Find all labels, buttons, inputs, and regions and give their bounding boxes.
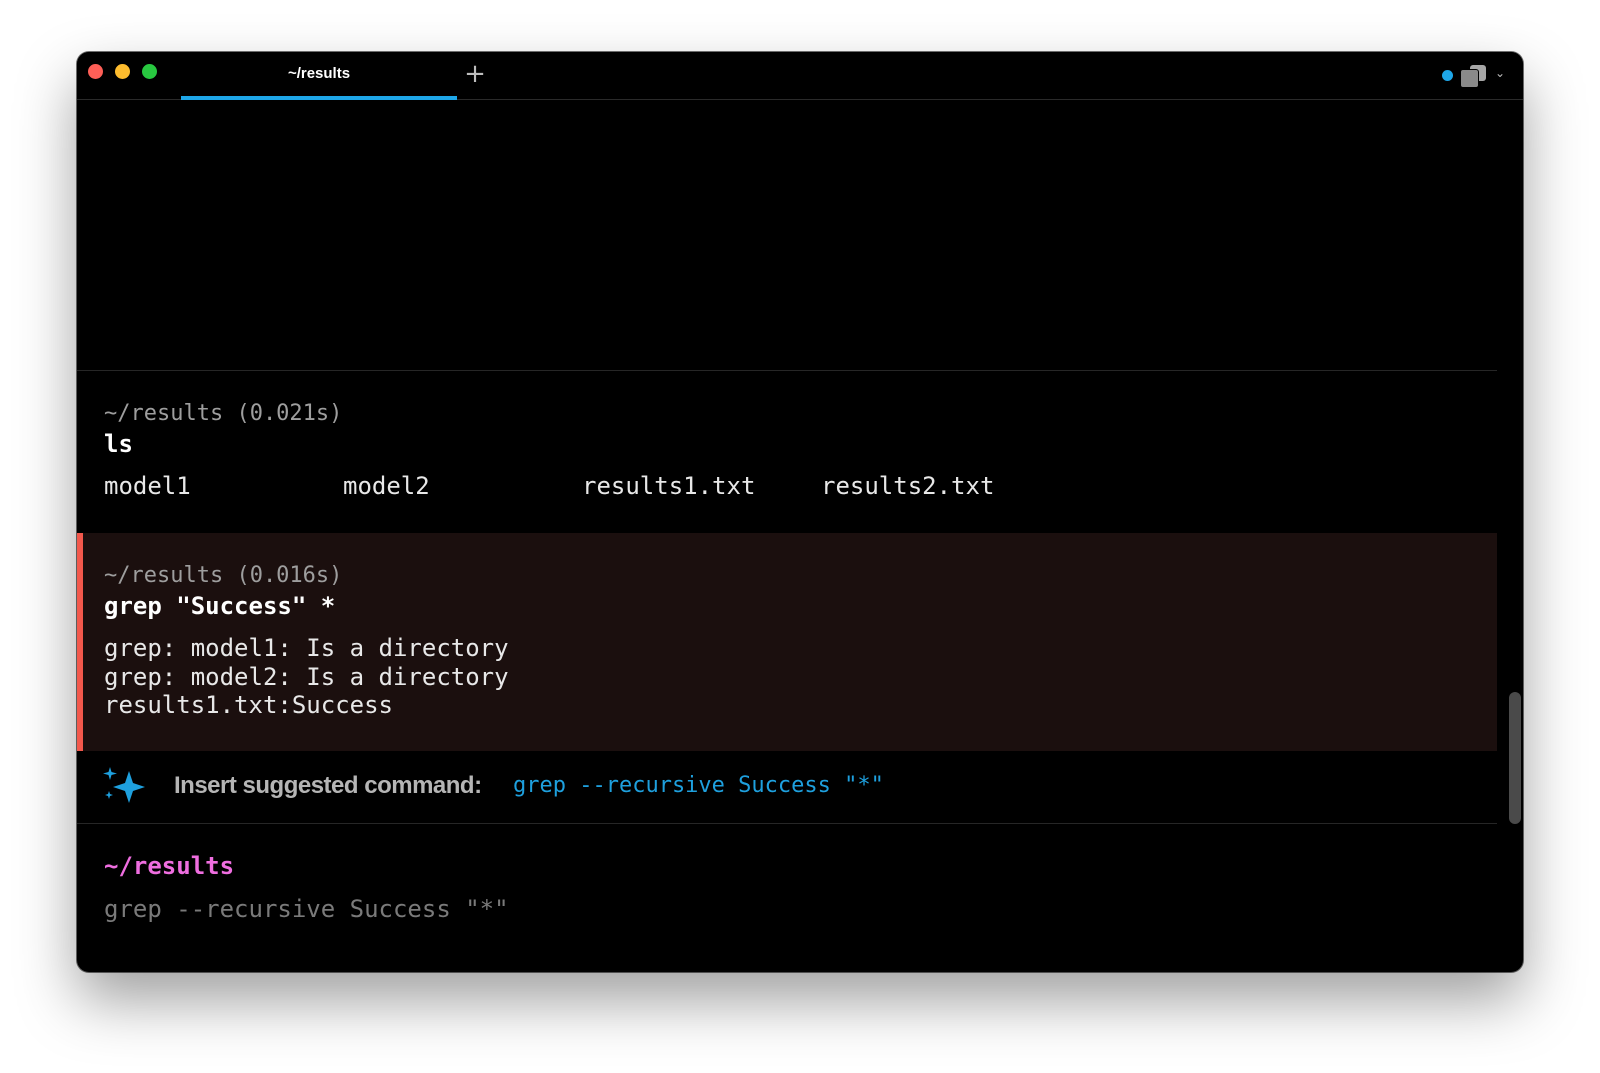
output-line: grep: model2: Is a directory [104, 663, 509, 691]
error-command-block[interactable]: ~/results (0.016s) grep "Success" * grep… [77, 533, 1497, 751]
zoom-window-button[interactable] [142, 64, 157, 79]
command-input[interactable]: grep --recursive Success "*" [104, 895, 509, 923]
minimize-window-button[interactable] [115, 64, 130, 79]
block-command[interactable]: ls [104, 430, 133, 458]
suggestion-label: Insert suggested command: [174, 772, 482, 799]
output-item: model1 [104, 472, 191, 500]
title-bar: ~/results + ⌄ [77, 52, 1523, 100]
output-item: results2.txt [821, 472, 995, 500]
output-line: results1.txt:Success [104, 691, 393, 719]
chevron-down-icon[interactable]: ⌄ [1495, 66, 1505, 80]
tab-results[interactable]: ~/results [181, 52, 457, 100]
new-tab-button[interactable]: + [461, 60, 489, 88]
scrollbar[interactable] [1509, 692, 1521, 824]
suggested-command-link[interactable]: grep --recursive Success "*" [513, 773, 884, 798]
sparkle-icon [103, 767, 145, 803]
block-divider [77, 370, 1497, 371]
suggestion-bar[interactable]: Insert suggested command: grep --recursi… [77, 751, 1497, 823]
prompt-path: ~/results [104, 852, 235, 880]
duplicate-pane-icon[interactable] [1460, 65, 1488, 88]
close-window-button[interactable] [88, 64, 103, 79]
block-meta: ~/results (0.016s) [104, 563, 343, 588]
terminal-window: ~/results + ⌄ ~/results (0.021s) ls mode… [77, 52, 1523, 972]
active-tab-indicator [181, 96, 457, 100]
block-meta: ~/results (0.021s) [104, 401, 343, 426]
tab-title: ~/results [287, 65, 351, 82]
output-item: model2 [343, 472, 430, 500]
output-line: grep: model1: Is a directory [104, 634, 509, 662]
input-divider [77, 823, 1497, 824]
output-item: results1.txt [582, 472, 756, 500]
block-command[interactable]: grep "Success" * [104, 592, 335, 620]
status-dot-icon [1442, 70, 1453, 81]
error-indicator-bar [77, 533, 83, 751]
